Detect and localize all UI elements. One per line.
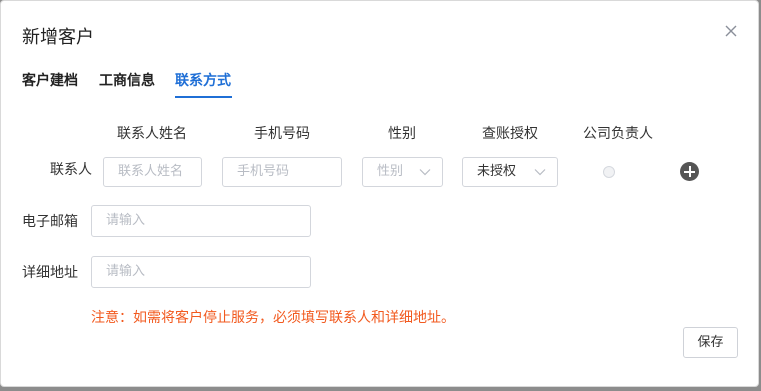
column-header-gender: 性别 bbox=[388, 126, 416, 142]
contact-name-input[interactable]: 联系人姓名 bbox=[103, 157, 202, 187]
plus-circle-icon[interactable] bbox=[680, 162, 699, 181]
close-icon[interactable] bbox=[721, 21, 741, 41]
chevron-down-icon bbox=[419, 169, 431, 176]
contact-row-label: 联系人 bbox=[50, 162, 92, 178]
address-input[interactable]: 请输入 bbox=[91, 256, 311, 288]
company-owner-radio[interactable] bbox=[603, 166, 615, 178]
account-auth-select-value: 未授权 bbox=[477, 164, 517, 179]
chevron-down-icon bbox=[534, 169, 546, 176]
column-header-account-auth: 查账授权 bbox=[482, 126, 538, 142]
tab-business-info[interactable]: 工商信息 bbox=[99, 70, 155, 90]
gender-select-value: 性别 bbox=[377, 164, 404, 179]
email-input[interactable]: 请输入 bbox=[91, 205, 311, 237]
column-header-phone: 手机号码 bbox=[254, 126, 310, 142]
warning-notice: 注意：如需将客户停止服务，必须填写联系人和详细地址。 bbox=[91, 310, 455, 326]
address-label: 详细地址 bbox=[22, 265, 78, 281]
gender-select[interactable]: 性别 bbox=[362, 157, 443, 187]
tab-contact-info[interactable]: 联系方式 bbox=[175, 70, 231, 90]
account-auth-select[interactable]: 未授权 bbox=[462, 157, 558, 187]
add-customer-dialog: 新增客户 客户建档 工商信息 联系方式 联系人姓名 手机号码 性别 查账授权 公… bbox=[0, 0, 759, 387]
save-button[interactable]: 保存 bbox=[683, 327, 738, 358]
email-label: 电子邮箱 bbox=[22, 214, 78, 230]
column-header-contact-name: 联系人姓名 bbox=[117, 126, 187, 142]
phone-input[interactable]: 手机号码 bbox=[222, 157, 342, 187]
column-header-company-owner: 公司负责人 bbox=[583, 126, 653, 142]
tab-customer-profile[interactable]: 客户建档 bbox=[22, 70, 78, 90]
active-tab-indicator bbox=[175, 96, 232, 98]
dialog-title: 新增客户 bbox=[22, 27, 94, 48]
